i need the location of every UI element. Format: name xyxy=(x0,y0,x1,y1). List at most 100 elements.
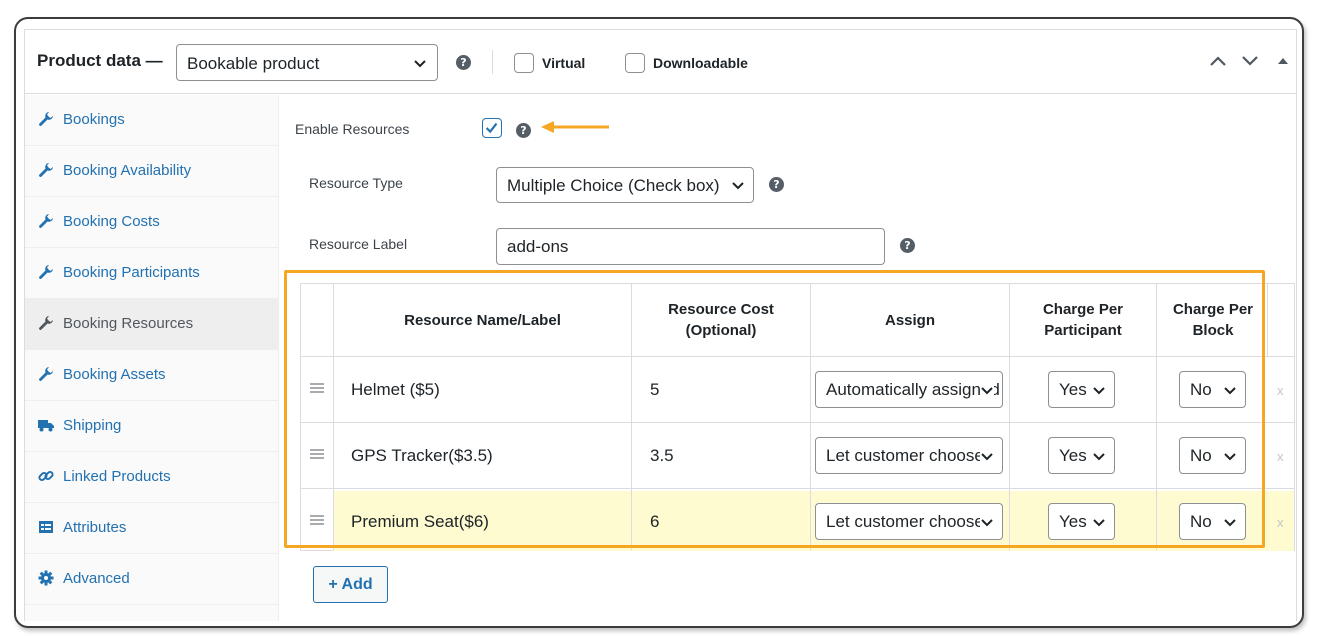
collapse-toggle-icon[interactable] xyxy=(1277,54,1289,68)
header-resource-cost-line1: Resource Cost xyxy=(668,301,774,318)
resources-table: Resource Name/Label Resource Cost (Optio… xyxy=(300,283,1295,551)
header-cpp-line1: Charge Per xyxy=(1042,301,1124,318)
remove-row-button[interactable]: x xyxy=(1277,449,1284,464)
resource-cost[interactable]: 6 xyxy=(650,512,659,532)
sidebar-item-booking-resources[interactable]: Booking Resources xyxy=(25,299,279,350)
resource-cost[interactable]: 3.5 xyxy=(650,446,674,466)
sidebar-item-label: Booking Assets xyxy=(63,366,166,383)
resource-cost[interactable]: 5 xyxy=(650,380,659,400)
product-data-header: Product data — Bookable product ? Virtua… xyxy=(25,30,1296,94)
link-icon xyxy=(38,470,54,482)
add-resource-button[interactable]: + Add xyxy=(313,566,388,603)
charge-per-block-select[interactable]: No xyxy=(1179,371,1246,408)
assign-value: Let customer choose xyxy=(826,512,984,531)
resource-label-value: add-ons xyxy=(507,237,569,256)
product-type-select[interactable]: Bookable product xyxy=(176,44,438,81)
wrench-icon xyxy=(39,112,53,126)
charge-per-block-select[interactable]: No xyxy=(1179,437,1246,474)
sidebar-item-label: Bookings xyxy=(63,111,125,128)
sidebar-item-label: Booking Availability xyxy=(63,162,192,179)
downloadable-label: Downloadable xyxy=(653,55,748,71)
sidebar-item-label: Attributes xyxy=(63,519,127,536)
list-icon xyxy=(39,521,53,533)
chevron-down-icon xyxy=(1224,387,1236,395)
charge-per-participant-value: Yes xyxy=(1059,380,1087,399)
assign-select[interactable]: Automatically assigned xyxy=(815,371,1003,408)
assign-value: Let customer choose xyxy=(826,446,984,465)
chevron-down-icon xyxy=(980,449,994,463)
charge-per-block-value: No xyxy=(1190,446,1212,465)
sidebar-item-booking-costs[interactable]: Booking Costs xyxy=(25,197,279,248)
chevron-down-icon xyxy=(1093,453,1105,461)
sidebar-item-booking-availability[interactable]: Booking Availability xyxy=(25,146,279,197)
assign-select[interactable]: Let customer choose xyxy=(815,503,1003,540)
sidebar-item-shipping[interactable]: Shipping xyxy=(25,401,279,452)
checkmark-icon xyxy=(485,122,498,134)
resource-name[interactable]: Premium Seat($6) xyxy=(351,512,489,532)
sidebar-item-bookings[interactable]: Bookings xyxy=(25,95,279,146)
remove-row-button[interactable]: x xyxy=(1277,515,1284,530)
header-cpb-line2: Block xyxy=(1192,322,1234,339)
resource-name[interactable]: Helmet ($5) xyxy=(351,380,440,400)
product-data-panel: Product data — Bookable product ? Virtua… xyxy=(24,29,1297,621)
drag-handle-icon[interactable] xyxy=(310,515,324,525)
header-cpp-line2: Participant xyxy=(1044,322,1122,339)
enable-resources-checkbox[interactable] xyxy=(482,118,502,138)
sidebar-item-label: Booking Costs xyxy=(63,213,160,230)
sidebar-item-linked-products[interactable]: Linked Products xyxy=(25,452,279,503)
truck-icon xyxy=(38,420,54,432)
downloadable-checkbox[interactable] xyxy=(625,53,645,73)
product-data-tabs: Bookings Booking Availability Booking Co… xyxy=(25,95,279,621)
product-data-title: Product data — xyxy=(37,51,163,70)
wrench-icon xyxy=(39,265,53,279)
wrench-icon xyxy=(39,316,53,330)
help-icon[interactable]: ? xyxy=(456,55,471,70)
charge-per-participant-select[interactable]: Yes xyxy=(1048,371,1115,408)
chevron-down-icon xyxy=(1224,453,1236,461)
header-cpb-line1: Charge Per xyxy=(1172,301,1254,318)
header-resource-cost-line2: (Optional) xyxy=(685,322,757,339)
header-assign: Assign xyxy=(884,312,935,329)
virtual-checkbox[interactable] xyxy=(514,53,534,73)
sidebar-item-label: Linked Products xyxy=(63,468,171,485)
chevron-down-icon xyxy=(980,515,994,529)
help-icon[interactable]: ? xyxy=(769,177,784,192)
charge-per-block-select[interactable]: No xyxy=(1179,503,1246,540)
sidebar-item-booking-assets[interactable]: Booking Assets xyxy=(25,350,279,401)
gear-icon xyxy=(38,570,54,586)
sidebar-item-label: Booking Participants xyxy=(63,264,200,281)
wrench-icon xyxy=(39,367,53,381)
charge-per-participant-select[interactable]: Yes xyxy=(1048,437,1115,474)
help-icon[interactable]: ? xyxy=(516,123,531,138)
sidebar-item-booking-participants[interactable]: Booking Participants xyxy=(25,248,279,299)
chevron-down-icon xyxy=(1093,519,1105,527)
chevron-down-icon xyxy=(1224,519,1236,527)
header-resource-cost: Resource Cost (Optional) xyxy=(632,299,810,341)
virtual-label: Virtual xyxy=(542,55,586,71)
help-icon[interactable]: ? xyxy=(900,238,915,253)
sidebar-item-attributes[interactable]: Attributes xyxy=(25,503,279,554)
remove-row-button[interactable]: x xyxy=(1277,383,1284,398)
drag-handle-icon[interactable] xyxy=(310,449,324,459)
drag-handle-icon[interactable] xyxy=(310,383,324,393)
sidebar-item-advanced[interactable]: Advanced xyxy=(25,554,279,605)
resource-type-select[interactable]: Multiple Choice (Check box) xyxy=(496,167,754,203)
charge-per-participant-value: Yes xyxy=(1059,446,1087,465)
header-charge-per-block: Charge Per Block xyxy=(1157,299,1269,341)
charge-per-participant-value: Yes xyxy=(1059,512,1087,531)
header-divider xyxy=(492,50,493,74)
move-up-icon[interactable] xyxy=(1209,54,1227,68)
chevron-down-icon xyxy=(1093,387,1105,395)
resource-label-label: Resource Label xyxy=(309,236,408,252)
header-charge-per-participant: Charge Per Participant xyxy=(1010,299,1156,341)
resource-type-label: Resource Type xyxy=(309,175,403,191)
resource-name[interactable]: GPS Tracker($3.5) xyxy=(351,446,493,466)
chevron-down-icon xyxy=(414,60,426,68)
charge-per-block-value: No xyxy=(1190,380,1212,399)
sidebar-item-label: Advanced xyxy=(63,570,130,587)
resource-label-input[interactable]: add-ons xyxy=(496,228,885,265)
move-down-icon[interactable] xyxy=(1241,54,1259,68)
sidebar-item-label: Shipping xyxy=(63,417,122,434)
charge-per-participant-select[interactable]: Yes xyxy=(1048,503,1115,540)
assign-select[interactable]: Let customer choose xyxy=(815,437,1003,474)
